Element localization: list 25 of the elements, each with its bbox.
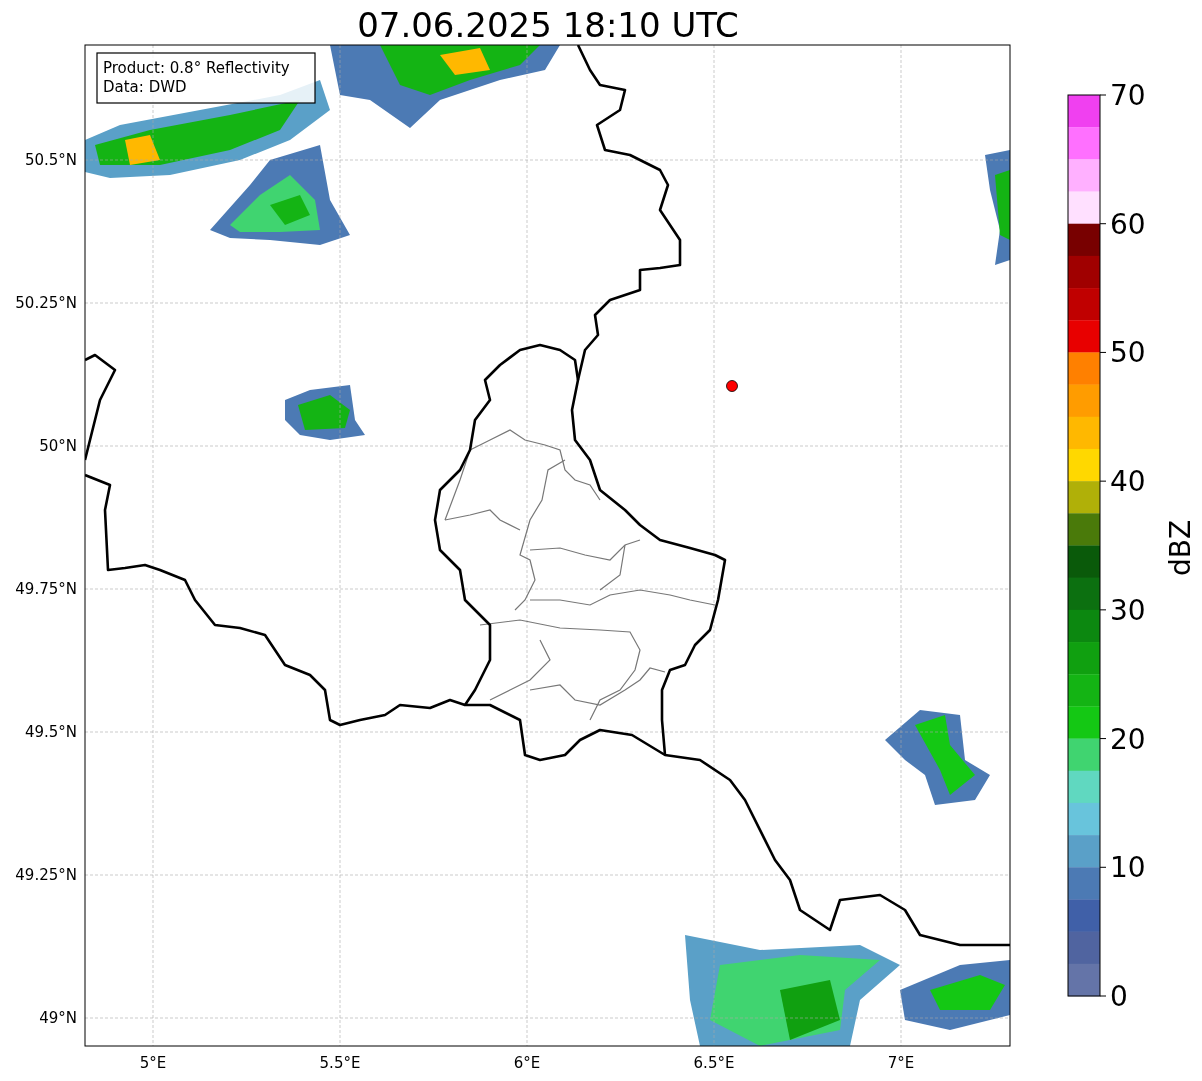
colorbar-tick-label: 0: [1110, 980, 1128, 1013]
info-text: Product: 0.8° Reflectivity: [103, 59, 290, 77]
longitude-label: 7°E: [887, 1054, 915, 1072]
longitude-label: 5°E: [139, 1054, 167, 1072]
colorbar-tick-label: 40: [1110, 465, 1146, 499]
latitude-label: 49.5°N: [24, 723, 77, 741]
latitude-label: 49.25°N: [15, 866, 77, 884]
colorbar-label: dBZ: [1164, 519, 1197, 577]
latitude-label: 49.75°N: [15, 580, 77, 598]
colorbar-tick-label: 70: [1110, 79, 1146, 112]
longitude-label: 6°E: [513, 1054, 541, 1072]
info-text: Data: DWD: [103, 78, 187, 96]
radar-site-marker: [726, 380, 738, 392]
latitude-label: 50°N: [39, 437, 77, 455]
latitude-label: 50.25°N: [15, 294, 77, 312]
latitude-label: 49°N: [39, 1009, 77, 1027]
colorbar-tick-label: 20: [1110, 722, 1146, 756]
colorbar-tick-label: 50: [1110, 336, 1146, 370]
longitude-label: 6.5°E: [693, 1054, 735, 1072]
latitude-label: 50.5°N: [24, 151, 77, 169]
longitude-label: 5.5°E: [319, 1054, 361, 1072]
colorbar-tick-label: 30: [1110, 593, 1146, 627]
chart-title: 07.06.2025 18:10 UTC: [357, 5, 739, 45]
colorbar-tick-label: 60: [1110, 207, 1146, 241]
colorbar-tick-label: 10: [1110, 851, 1146, 885]
